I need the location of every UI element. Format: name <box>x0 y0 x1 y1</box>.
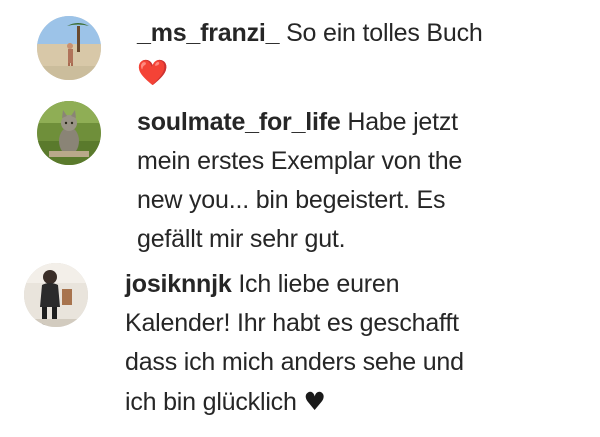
comment-body-line: ich bin glücklich <box>125 388 297 416</box>
red-heart-emoji-icon: ❤️ <box>137 58 168 87</box>
comment-text: josiknnjk Ich liebe euren Kalender! Ihr … <box>125 265 464 422</box>
comment-body-line: Habe jetzt <box>347 108 458 136</box>
beach-photo-avatar-icon <box>37 16 101 80</box>
person-photo-avatar-icon <box>24 263 88 327</box>
comment-username[interactable]: _ms_franzi_ <box>137 19 280 47</box>
comment-body-line: gefällt mir sehr gut. <box>137 225 346 253</box>
comment-body-line: dass ich mich anders sehe und <box>125 348 464 376</box>
comment-body-line: Kalender! Ihr habt es geschafft <box>125 309 459 337</box>
comment-body-line: So ein tolles Buch <box>286 19 483 47</box>
comment-username[interactable]: josiknnjk <box>125 270 232 298</box>
comment-username[interactable]: soulmate_for_life <box>137 108 341 136</box>
avatar[interactable] <box>24 263 88 327</box>
comment-body-line: Ich liebe euren <box>238 270 400 298</box>
comment-text: _ms_franzi_ So ein tolles Buch ❤️ <box>137 14 483 93</box>
comment-text: soulmate_for_life Habe jetzt mein erstes… <box>137 103 462 259</box>
comment-body-line: new you... bin begeistert. Es <box>137 186 446 214</box>
cat-photo-avatar-icon <box>37 101 101 165</box>
comment-body-line: mein erstes Exemplar von the <box>137 147 463 175</box>
black-heart-emoji-icon: ♥ <box>303 387 326 416</box>
avatar[interactable] <box>37 16 101 80</box>
comments-list: _ms_franzi_ So ein tolles Buch ❤️ soulma… <box>0 0 600 437</box>
avatar[interactable] <box>37 101 101 165</box>
